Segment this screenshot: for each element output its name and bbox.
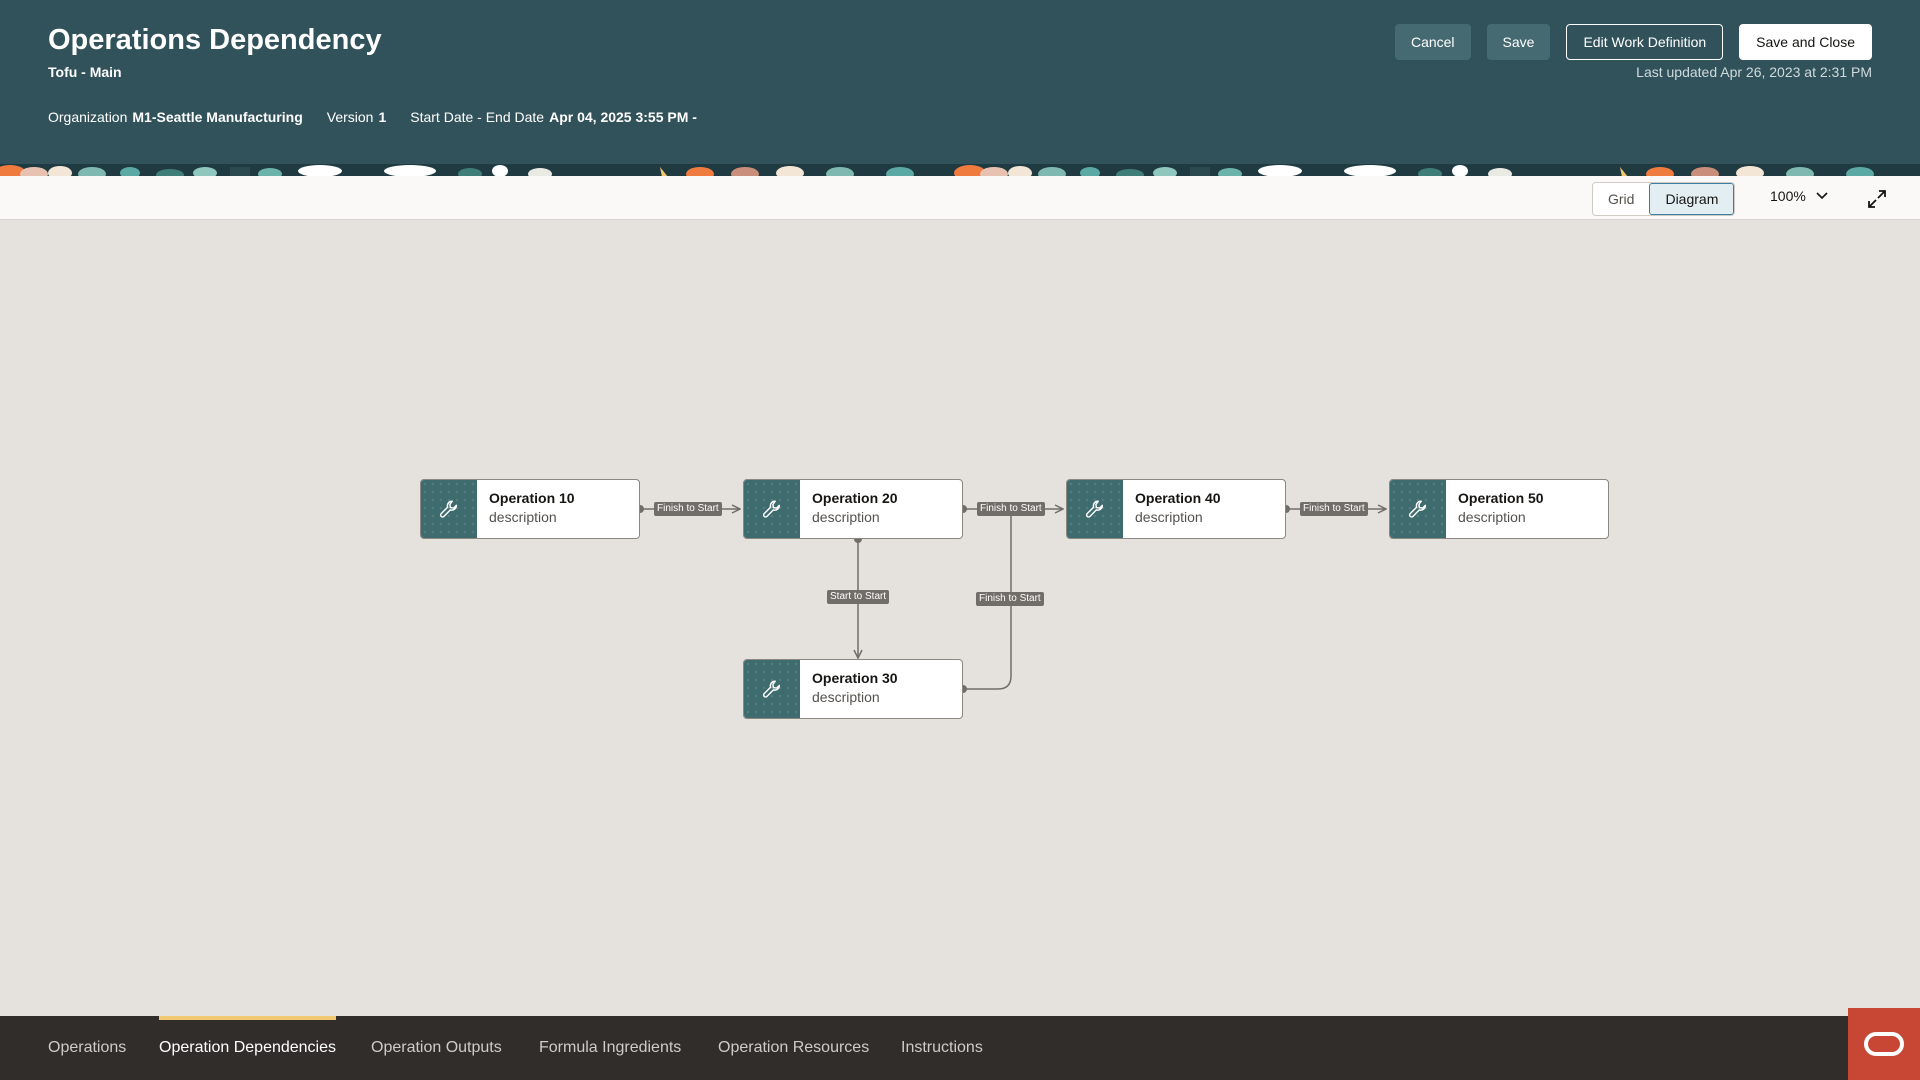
page-title: Operations Dependency: [48, 24, 382, 56]
tab-operation-outputs[interactable]: Operation Outputs: [371, 1016, 502, 1080]
zoom-select[interactable]: 100%: [1770, 188, 1828, 204]
tab-operation-resources[interactable]: Operation Resources: [718, 1016, 869, 1080]
operation-title: Operation 20: [812, 490, 898, 506]
wrench-icon: [744, 480, 800, 538]
zoom-value: 100%: [1770, 188, 1806, 204]
organization-field: Organization M1-Seattle Manufacturing: [48, 109, 303, 125]
operation-title: Operation 30: [812, 670, 898, 686]
edge-label-op20-op40: Finish to Start: [977, 502, 1045, 516]
last-updated-text: Last updated Apr 26, 2023 at 2:31 PM: [1636, 64, 1872, 80]
operation-description: description: [1458, 509, 1526, 525]
organization-value: M1-Seattle Manufacturing: [132, 109, 303, 125]
operation-node[interactable]: Operation 50 description: [1389, 479, 1609, 539]
save-button[interactable]: Save: [1486, 24, 1551, 60]
bottom-tab-bar: Operations Operation Dependencies Operat…: [0, 1016, 1920, 1080]
operation-title: Operation 50: [1458, 490, 1544, 506]
page-subtitle: Tofu - Main: [48, 64, 122, 80]
operation-node[interactable]: Operation 40 description: [1066, 479, 1286, 539]
operation-title: Operation 40: [1135, 490, 1221, 506]
banner-pattern: [0, 165, 1920, 176]
version-label: Version: [326, 109, 374, 125]
view-toggle: Grid Diagram: [1592, 182, 1736, 216]
operation-node[interactable]: Operation 10 description: [420, 479, 640, 539]
cancel-button[interactable]: Cancel: [1394, 24, 1471, 60]
page-header: Operations Dependency Tofu - Main Organi…: [0, 0, 1920, 164]
edit-work-definition-button[interactable]: Edit Work Definition: [1566, 24, 1724, 60]
tab-instructions[interactable]: Instructions: [901, 1016, 983, 1080]
edge-label-op10-op20: Finish to Start: [654, 502, 722, 516]
organization-label: Organization: [48, 109, 128, 125]
tab-formula-ingredients[interactable]: Formula Ingredients: [539, 1016, 681, 1080]
edge-label-op40-op50: Finish to Start: [1300, 502, 1368, 516]
operation-node[interactable]: Operation 30 description: [743, 659, 963, 719]
operation-description: description: [812, 509, 880, 525]
operation-description: description: [489, 509, 557, 525]
version-value: 1: [378, 109, 387, 125]
dates-value: Apr 04, 2025 3:55 PM -: [549, 109, 697, 125]
edge-label-op20-op30: Start to Start: [827, 590, 890, 604]
expand-icon[interactable]: [1866, 188, 1888, 210]
wrench-icon: [421, 480, 477, 538]
operation-title: Operation 10: [489, 490, 575, 506]
diagram-view-button[interactable]: Diagram: [1649, 183, 1735, 215]
chevron-down-icon: [1816, 192, 1828, 200]
diagram-canvas[interactable]: Finish to Start Finish to Start Finish t…: [0, 220, 1920, 1016]
tab-operation-dependencies[interactable]: Operation Dependencies: [159, 1016, 337, 1080]
diagram-toolbar: Grid Diagram 100%: [0, 176, 1920, 220]
wrench-icon: [744, 660, 800, 718]
oracle-logo-icon: [1864, 1032, 1904, 1056]
dates-field: Start Date - End Date Apr 04, 2025 3:55 P…: [410, 109, 697, 125]
operation-node[interactable]: Operation 20 description: [743, 479, 963, 539]
dates-label: Start Date - End Date: [410, 109, 545, 125]
version-field: Version 1: [327, 109, 387, 125]
oracle-assistant-button[interactable]: [1848, 1008, 1920, 1080]
dependency-edges: [636, 220, 1920, 693]
decorative-banner: [0, 164, 1920, 176]
wrench-icon: [1390, 480, 1446, 538]
edge-label-op30-op40: Finish to Start: [976, 592, 1044, 606]
grid-view-button[interactable]: Grid: [1593, 183, 1649, 215]
wrench-icon: [1067, 480, 1123, 538]
operation-description: description: [812, 689, 880, 705]
header-actions: Cancel Save Edit Work Definition Save an…: [1394, 24, 1872, 60]
header-meta: Organization M1-Seattle Manufacturing Ver…: [48, 109, 697, 125]
save-and-close-button[interactable]: Save and Close: [1739, 24, 1872, 60]
tab-operations[interactable]: Operations: [48, 1016, 126, 1080]
operation-description: description: [1135, 509, 1203, 525]
